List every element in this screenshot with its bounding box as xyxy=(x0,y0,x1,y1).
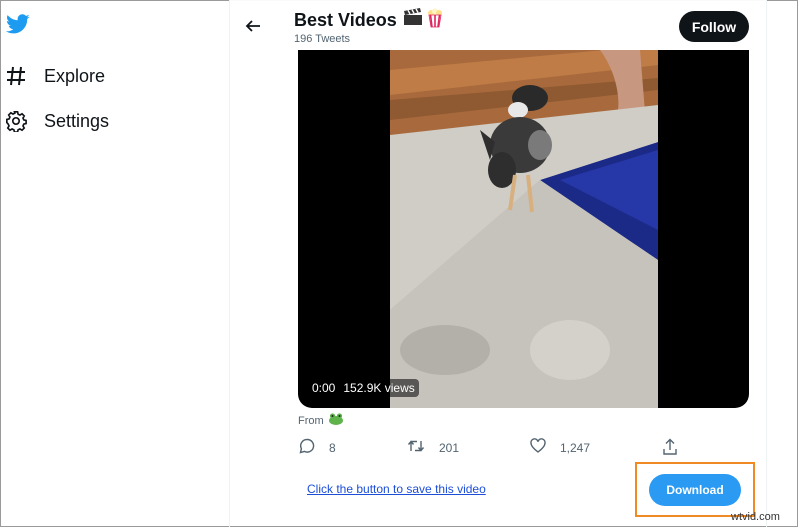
reply-count: 8 xyxy=(329,440,336,455)
sidebar: Explore Settings xyxy=(0,0,229,527)
popcorn-icon xyxy=(427,8,443,33)
video-time-overlay: 0:00 152.9K views xyxy=(308,379,419,397)
sidebar-item-settings[interactable]: Settings xyxy=(4,109,109,133)
retweet-icon xyxy=(407,438,425,457)
page-title: Best Videos xyxy=(294,8,443,33)
video-view-count: 152.9K views xyxy=(343,381,415,395)
clapper-board-icon xyxy=(403,8,423,33)
watermark: wtvid.com xyxy=(731,511,780,523)
download-button[interactable]: Download xyxy=(649,474,741,506)
video-source: From xyxy=(298,413,344,428)
follow-button[interactable]: Follow xyxy=(679,11,749,42)
retweet-count: 201 xyxy=(439,440,460,455)
back-arrow-icon[interactable] xyxy=(241,14,265,38)
heart-icon xyxy=(530,438,546,457)
save-video-link[interactable]: Click the button to save this video xyxy=(307,482,486,496)
like-count: 1,247 xyxy=(560,440,591,455)
sidebar-item-explore[interactable]: Explore xyxy=(4,64,105,88)
from-label: From xyxy=(298,414,324,427)
video-player[interactable]: 0:00 152.9K views xyxy=(298,50,749,408)
column-divider xyxy=(766,0,767,527)
sidebar-item-label: Explore xyxy=(44,65,106,86)
reply-icon xyxy=(299,438,315,457)
column-divider xyxy=(229,0,230,527)
share-button[interactable] xyxy=(662,438,678,459)
gear-icon xyxy=(4,109,28,133)
page-title-text: Best Videos xyxy=(294,10,397,30)
frog-icon[interactable] xyxy=(328,413,344,428)
retweet-button[interactable]: 201 xyxy=(407,438,459,457)
like-button[interactable]: 1,247 xyxy=(530,438,590,457)
tweet-count: 196 Tweets xyxy=(294,33,351,45)
video-timestamp: 0:00 xyxy=(312,381,336,395)
video-frame xyxy=(390,50,658,408)
twitter-bird-icon[interactable] xyxy=(4,12,32,40)
reply-button[interactable]: 8 xyxy=(299,438,336,457)
sidebar-item-label: Settings xyxy=(44,110,110,131)
hashtag-icon xyxy=(4,64,28,88)
share-icon xyxy=(662,438,678,459)
